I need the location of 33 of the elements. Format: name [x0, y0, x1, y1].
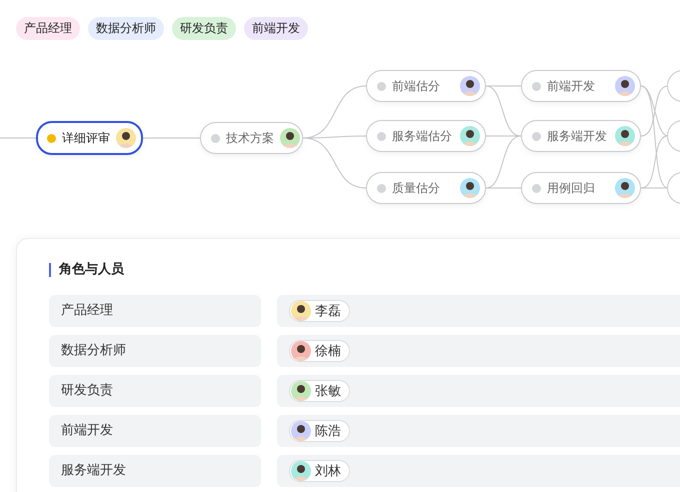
person-field[interactable]: 陈浩 [277, 415, 680, 447]
person-chip[interactable]: 陈浩 [289, 420, 350, 442]
person-name: 李磊 [315, 303, 341, 320]
person-chip[interactable]: 张敏 [289, 380, 350, 402]
person-name: 陈浩 [315, 423, 341, 440]
role-tag: 前端开发 [244, 17, 308, 40]
person-field[interactable]: 张敏 [277, 375, 680, 407]
flow-node[interactable]: 质量估分 [366, 172, 486, 204]
flow-node[interactable]: 服务端估分 [366, 120, 486, 152]
role-tag: 产品经理 [16, 17, 80, 40]
person-name: 徐楠 [315, 343, 341, 360]
role-label: 产品经理 [49, 295, 261, 327]
flow-node[interactable]: 详细评审 [36, 121, 143, 155]
role-label: 数据分析师 [49, 335, 261, 367]
person-chip[interactable]: 徐楠 [289, 340, 350, 362]
flow-node[interactable]: 前端开发 [521, 70, 641, 102]
flow-node[interactable]: 服务端开发 [521, 120, 641, 152]
flow-node[interactable]: 前端估分 [366, 70, 486, 102]
person-chip[interactable]: 刘林 [289, 460, 350, 482]
role-label: 研发负责 [49, 375, 261, 407]
flow-node[interactable]: 用例回归 [521, 172, 641, 204]
person-field[interactable]: 徐楠 [277, 335, 680, 367]
flow-node[interactable]: 技术方案 [200, 122, 303, 154]
role-label: 服务端开发 [49, 455, 261, 487]
role-tag: 数据分析师 [88, 17, 164, 40]
person-chip[interactable]: 李磊 [289, 300, 350, 322]
role-tag: 研发负责 [172, 17, 236, 40]
person-field[interactable]: 刘林 [277, 455, 680, 487]
person-field[interactable]: 李磊 [277, 295, 680, 327]
person-name: 刘林 [315, 463, 341, 480]
section-title: 角色与人员 [49, 263, 680, 277]
person-name: 张敏 [315, 383, 341, 400]
role-label: 前端开发 [49, 415, 261, 447]
